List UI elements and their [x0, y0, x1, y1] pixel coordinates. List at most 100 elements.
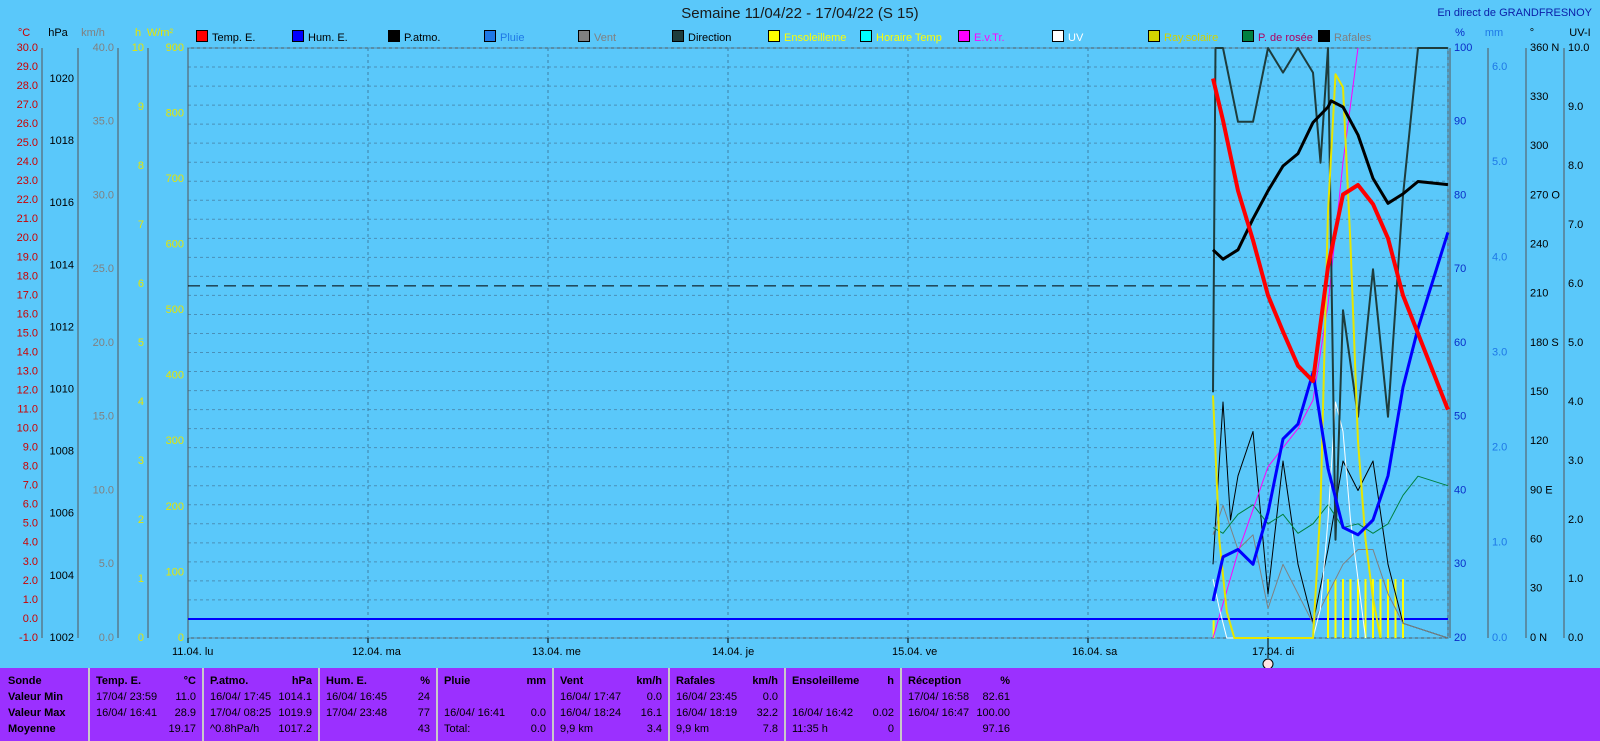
axis-unit-label: h — [135, 27, 141, 39]
axis-tick-label: 23.0 — [17, 175, 38, 187]
x-tick-label: 17.04. di — [1252, 646, 1294, 658]
stats-cell-value: 1017.2 — [278, 723, 312, 735]
stats-cell-date: 16/04/ 16:41 — [444, 707, 506, 719]
stats-cell-date: 9,9 km — [676, 723, 710, 735]
axis-tick-label: 180 S — [1530, 337, 1559, 349]
stats-cell-value: 32.2 — [756, 707, 778, 719]
axis-tick-label: 22.0 — [17, 194, 38, 206]
stats-cell-date: 17/04/ 23:59 — [96, 691, 158, 703]
axis-tick-label: 3 — [138, 455, 144, 467]
axis-unit-label: °C — [18, 27, 30, 39]
column-unit: mm — [526, 675, 546, 687]
stats-cell-value: 3.4 — [646, 723, 662, 735]
axis-tick-label: 2.0 — [1568, 514, 1583, 526]
stats-cell-date: 16/04/ 16:41 — [96, 707, 158, 719]
axis-tick-label: 15.0 — [93, 411, 114, 423]
stats-column: Ensoleilleme h 16/04/ 16:42 0.02 11:35 h 0 — [784, 668, 900, 741]
axis-tick-label: 17.0 — [17, 289, 38, 301]
axis-unit-label: ° — [1530, 27, 1534, 39]
axis-tick-label: 900 — [166, 42, 184, 54]
axis-tick-label: -1.0 — [19, 632, 38, 644]
axis-tick-label: 10 — [132, 42, 144, 54]
axis-tick-label: 1018 — [50, 135, 74, 147]
axis-tick-label: 5.0 — [99, 558, 114, 570]
stats-table: Sonde Valeur Min Valeur Max Moyenne Temp… — [0, 668, 1600, 741]
axis-tick-label: 8.0 — [1568, 160, 1583, 172]
stats-cell-value: 0.0 — [762, 691, 778, 703]
stats-cell-value: 77 — [417, 707, 430, 719]
column-unit: hPa — [291, 675, 312, 687]
axis-tick-label: 12.0 — [17, 384, 38, 396]
axis-tick-label: 1020 — [50, 73, 74, 85]
plot-area — [187, 47, 1449, 639]
stats-cell-value: 0.0 — [530, 707, 546, 719]
axis-tick-label: 20.0 — [17, 232, 38, 244]
stats-cell-date: 16/04/ 18:24 — [560, 707, 622, 719]
axis-tick-label: 6.0 — [1568, 278, 1583, 290]
axis-tick-label: 1.0 — [1568, 573, 1583, 585]
stats-cell-date: 16/04/ 17:47 — [560, 691, 622, 703]
axis-tick-label: 8 — [138, 160, 144, 172]
stats-cell-value: 100.00 — [976, 707, 1010, 719]
stats-cell-date: 16/04/ 16:45 — [326, 691, 388, 703]
x-tick-label: 15.04. ve — [892, 646, 937, 658]
axis-tick-label: 9.0 — [23, 442, 38, 454]
axis-tick-label: 5.0 — [1568, 337, 1583, 349]
axis-tick-label: 90 — [1454, 116, 1466, 128]
axis-tick-label: 6.0 — [23, 499, 38, 511]
stats-cell-date: 9,9 km — [560, 723, 594, 735]
column-unit: % — [420, 675, 430, 687]
axis-tick-label: 6.0 — [1492, 61, 1507, 73]
axis-tick-label: 20.0 — [93, 337, 114, 349]
x-tick-label: 16.04. sa — [1072, 646, 1118, 658]
axis-tick-label: 3.0 — [1492, 346, 1507, 358]
stats-cell-value: 82.61 — [982, 691, 1010, 703]
axis-tick-label: 50 — [1454, 411, 1466, 423]
axis-tick-label: 0.0 — [1568, 632, 1583, 644]
axis-tick-label: 800 — [166, 107, 184, 119]
column-header: P.atmo. — [210, 675, 249, 687]
axis-tick-label: 26.0 — [17, 118, 38, 130]
axis-tick-label: 1.0 — [1492, 537, 1507, 549]
stats-cell-date: 16/04/ 17:45 — [210, 691, 272, 703]
axis-tick-label: 4.0 — [1568, 396, 1583, 408]
axis-tick-label: 27.0 — [17, 99, 38, 111]
axis-tick-label: 100 — [1454, 42, 1472, 54]
stats-cell-value: 0.0 — [646, 691, 662, 703]
axis-tick-label: 6 — [138, 278, 144, 290]
axis-tick-label: 7 — [138, 219, 144, 231]
axis-tick-label: 0.0 — [23, 613, 38, 625]
axis-tick-label: 400 — [166, 370, 184, 382]
axis-tick-label: 1006 — [50, 508, 74, 520]
row-label: Valeur Min — [8, 691, 64, 703]
column-unit: °C — [183, 675, 196, 687]
stats-column: Rafales km/h 16/04/ 23:45 0.0 16/04/ 18:19 32… — [668, 668, 784, 741]
axis-tick-label: 0 — [138, 632, 144, 644]
axis-tick-label: 3.0 — [1568, 455, 1583, 467]
axis-tick-label: 2.0 — [23, 575, 38, 587]
stats-cell-value: 7.8 — [762, 723, 778, 735]
column-header: Pluie — [444, 675, 471, 687]
column-header: Ensoleilleme — [792, 675, 860, 687]
now-marker — [1262, 658, 1274, 668]
axis-unit-label: % — [1455, 27, 1465, 39]
axis-tick-label: 360 N — [1530, 42, 1559, 54]
stats-cell-value: 1014.1 — [278, 691, 312, 703]
row-label: Valeur Max — [8, 707, 66, 719]
axis-tick-label: 5.0 — [23, 518, 38, 530]
axis-tick-label: 4 — [138, 396, 144, 408]
axis-tick-label: 1002 — [50, 632, 74, 644]
axis-tick-label: 1004 — [50, 570, 74, 582]
column-unit: % — [1000, 675, 1010, 687]
axis-tick-label: 30.0 — [17, 42, 38, 54]
axis-tick-label: 7.0 — [23, 480, 38, 492]
column-header: Temp. E. — [96, 675, 142, 687]
axis-tick-label: 1008 — [50, 446, 74, 458]
axis-tick-label: 0 — [178, 632, 184, 644]
axis-tick-label: 18.0 — [17, 270, 38, 282]
axis-unit-label: km/h — [81, 27, 105, 39]
axis-tick-label: 70 — [1454, 263, 1466, 275]
column-header: Hum. E. — [326, 675, 367, 687]
stats-column: Pluie mm 16/04/ 16:41 0.0 Total: 0.0 — [436, 668, 552, 741]
column-header: Rafales — [676, 675, 716, 687]
